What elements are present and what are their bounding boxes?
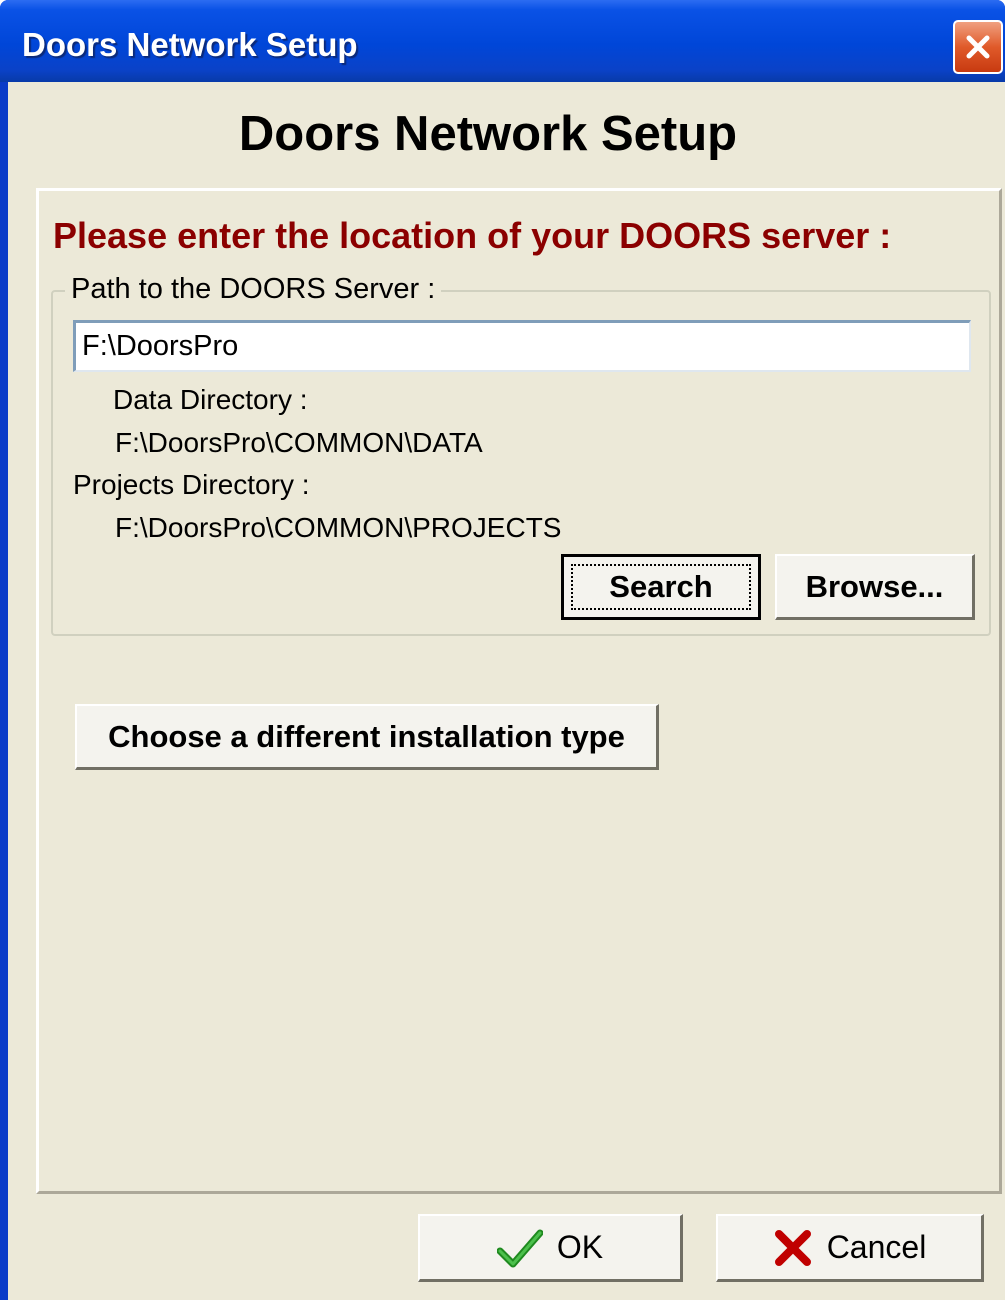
data-directory-label: Data Directory :: [113, 384, 308, 415]
search-button-focus: Search: [571, 564, 751, 610]
server-location-prompt: Please enter the location of your DOORS …: [53, 215, 892, 256]
cancel-button[interactable]: Cancel: [716, 1214, 984, 1282]
browse-button-label: Browse...: [805, 568, 944, 604]
close-icon: [966, 35, 990, 59]
content-panel: Please enter the location of your DOORS …: [36, 188, 1002, 1194]
server-path-group-label: Path to the DOORS Server :: [65, 273, 442, 306]
cancel-button-label: Cancel: [826, 1229, 927, 1265]
search-button-label: Search: [609, 569, 713, 604]
window-title: Doors Network Setup: [22, 26, 358, 63]
ok-button[interactable]: OK: [418, 1214, 683, 1282]
projects-directory-label: Projects Directory :: [73, 469, 310, 500]
dialog-body: Doors Network Setup Please enter the loc…: [8, 82, 1005, 1300]
close-button[interactable]: [953, 20, 1003, 74]
server-path-input[interactable]: [73, 320, 971, 372]
browse-button[interactable]: Browse...: [775, 554, 975, 620]
change-installation-type-label: Choose a different installation type: [108, 718, 625, 754]
ok-button-label: OK: [556, 1229, 604, 1265]
data-directory-value: F:\DoorsPro\COMMON\DATA: [115, 427, 483, 458]
cross-icon: [773, 1228, 813, 1268]
title-bar[interactable]: Doors Network Setup: [0, 0, 1005, 82]
server-path-group: Path to the DOORS Server : Data Director…: [51, 273, 991, 636]
dialog-window: Doors Network Setup Doors Network Setup …: [0, 0, 1005, 1300]
search-button[interactable]: Search: [561, 554, 761, 620]
page-title: Doors Network Setup: [238, 107, 738, 161]
checkmark-icon: [496, 1227, 543, 1269]
change-installation-type-button[interactable]: Choose a different installation type: [75, 704, 659, 770]
projects-directory-value: F:\DoorsPro\COMMON\PROJECTS: [115, 512, 562, 543]
